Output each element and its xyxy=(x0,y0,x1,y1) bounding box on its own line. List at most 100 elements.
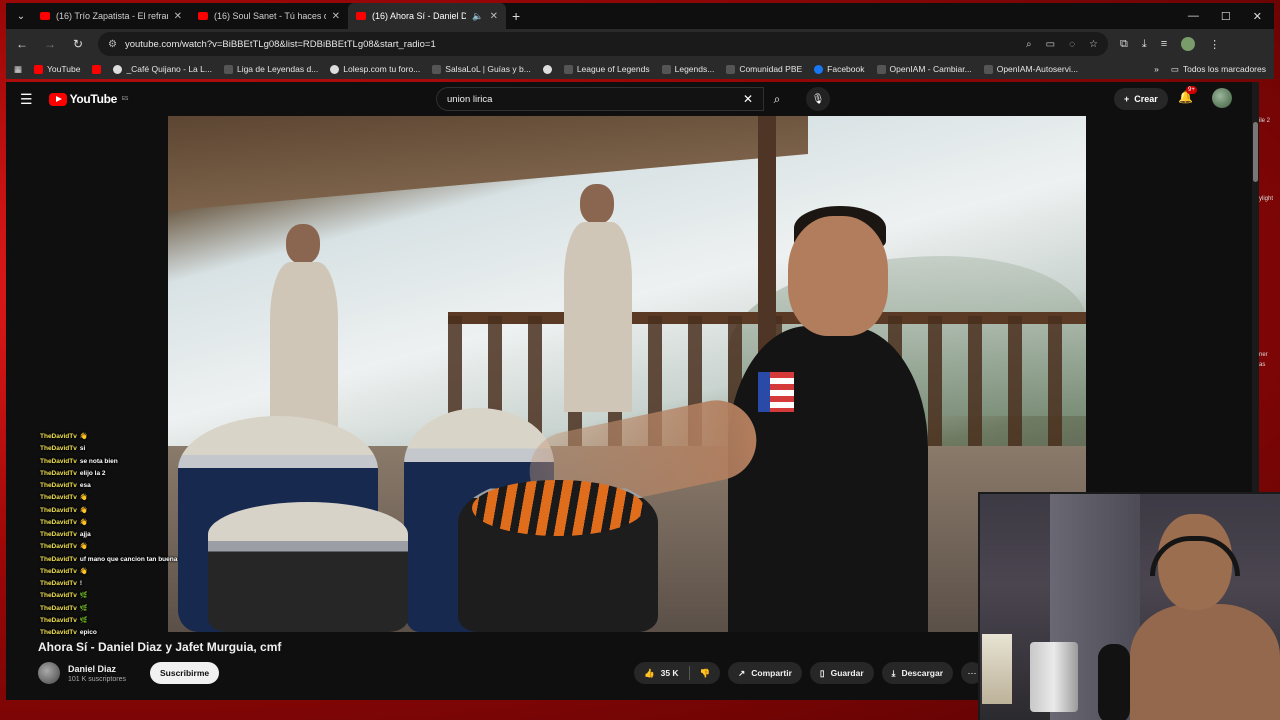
channel-name[interactable]: Daniel Diaz xyxy=(68,664,126,674)
minimize-icon[interactable]: — xyxy=(1188,10,1199,23)
channel-avatar[interactable] xyxy=(38,662,60,684)
search-input[interactable]: union lirica ✕ xyxy=(436,87,764,111)
subscribe-button[interactable]: Suscribirme xyxy=(149,662,220,684)
microphone-icon: 🎙 xyxy=(811,93,825,105)
apps-icon[interactable]: ▦ xyxy=(14,64,22,75)
chat-message: TheDavidTv 🌿 xyxy=(40,604,88,612)
bookmark-label: Todos los marcadores xyxy=(1182,64,1266,74)
webcam-streamer xyxy=(1130,514,1280,720)
browser-toolbar: ← → ↻ ⚙ youtube.com/watch?v=BiBBEtTLg08&… xyxy=(6,29,1274,59)
tab-search-icon[interactable]: ⌄ xyxy=(10,5,32,27)
create-label: Crear xyxy=(1134,94,1158,104)
tab-ahora-si[interactable]: (16) Ahora Sí - Daniel Díaz y 🔈 ✕ xyxy=(348,3,506,29)
zoom-icon[interactable]: ⌕ xyxy=(1026,39,1032,50)
cast-icon[interactable]: ▭ xyxy=(1046,39,1055,50)
download-label: Descargar xyxy=(901,668,944,678)
menu-icon[interactable]: ⋮ xyxy=(1209,38,1220,51)
search-value: union lirica xyxy=(447,93,493,105)
salsa-icon xyxy=(432,64,442,74)
bookmark-lolesp[interactable]: Lolesp.com tu foro... xyxy=(330,64,420,74)
bookmark-salsalol[interactable]: SalsaLoL | Guías y b... xyxy=(432,64,531,74)
close-tab-icon[interactable]: ✕ xyxy=(490,11,498,22)
close-window-icon[interactable]: ✕ xyxy=(1253,10,1262,23)
notifications-bell-icon[interactable]: 🔔 9+ xyxy=(1178,86,1197,104)
video-bongo xyxy=(458,476,658,632)
youtube-logo[interactable]: YouTube ES xyxy=(48,92,128,106)
download-icon[interactable]: ⤓ xyxy=(1142,38,1147,51)
bookmark-youtube-2[interactable] xyxy=(92,64,102,74)
tab-title: (16) Ahora Sí - Daniel Díaz y xyxy=(372,11,467,21)
chat-message: TheDavidTv 👋 xyxy=(40,506,88,514)
clear-search-icon[interactable]: ✕ xyxy=(743,92,753,106)
extensions-icon[interactable]: ⧉ xyxy=(1120,38,1128,51)
site-info-icon[interactable]: ⚙ xyxy=(108,39,117,50)
hamburger-menu-icon[interactable]: ☰ xyxy=(20,91,33,108)
bookmark-icon: ▯ xyxy=(819,667,825,678)
search-button[interactable]: ⌕ xyxy=(764,87,790,111)
close-tab-icon[interactable]: ✕ xyxy=(174,11,182,22)
webcam-can xyxy=(982,634,1012,704)
bookmark-comunidad-pbe[interactable]: Comunidad PBE xyxy=(726,64,802,74)
new-tab-icon[interactable]: + xyxy=(512,8,520,24)
youtube-play-icon xyxy=(48,92,67,106)
side-label: ner xyxy=(1259,352,1268,358)
folder-icon: ▭ xyxy=(1170,63,1179,74)
more-bookmarks-icon[interactable]: » xyxy=(1154,64,1159,74)
like-button[interactable]: 👍 35 K xyxy=(644,668,689,679)
scrollbar-thumb[interactable] xyxy=(1253,122,1258,182)
share-button[interactable]: ↗ Compartir xyxy=(728,662,802,684)
tab-trio-zapatista[interactable]: (16) Trío Zapatista - El refranero ✕ xyxy=(32,3,190,29)
bookmark-label: Legends... xyxy=(674,64,715,74)
account-avatar[interactable] xyxy=(1212,88,1232,108)
chat-message: TheDavidTv esa xyxy=(40,482,91,489)
speaker-icon[interactable]: 🔈 xyxy=(472,11,483,22)
bookmark-openiam-cambiar[interactable]: OpenIAM - Cambiar... xyxy=(876,64,972,74)
bookmark-liga-leyendas[interactable]: Liga de Leyendas d... xyxy=(223,64,319,74)
tab-title: (16) Trío Zapatista - El refranero xyxy=(56,11,168,21)
bookmark-label: Comunidad PBE xyxy=(739,64,803,74)
bookmark-youtube[interactable]: YouTube xyxy=(34,64,80,74)
close-tab-icon[interactable]: ✕ xyxy=(332,11,340,22)
bookmark-globe[interactable] xyxy=(542,64,552,74)
youtube-favicon-icon xyxy=(40,12,50,20)
eye-off-icon[interactable]: ◌ xyxy=(1069,39,1075,50)
video-actions: 👍 35 K 👎 ↗ Compartir ▯ Guardar ⤓ Descargar ⋯ xyxy=(634,662,984,684)
save-button[interactable]: ▯ Guardar xyxy=(809,662,874,684)
back-icon[interactable]: ← xyxy=(14,37,30,51)
download-button[interactable]: ⤓ Descargar xyxy=(881,662,954,684)
chat-message: TheDavidTv elijo la 2 xyxy=(40,469,106,477)
video-title: Ahora Sí - Daniel Diaz y Jafet Murguia, … xyxy=(38,640,282,654)
side-label: ile 2 xyxy=(1259,118,1271,124)
save-label: Guardar xyxy=(830,668,864,678)
bookmark-facebook[interactable]: Facebook xyxy=(814,64,865,74)
address-bar[interactable]: ⚙ youtube.com/watch?v=BiBBEtTLg08&list=R… xyxy=(98,32,1108,56)
all-bookmarks-folder[interactable]: ▭ Todos los marcadores xyxy=(1171,64,1266,75)
bookmark-label: Liga de Leyendas d... xyxy=(236,64,319,74)
bookmark-label: OpenIAM-Autoservi... xyxy=(996,64,1078,74)
bookmark-label: YouTube xyxy=(47,64,81,74)
pbe-icon xyxy=(726,64,736,74)
video-player[interactable] xyxy=(168,116,1086,632)
plus-icon: + xyxy=(1124,94,1130,104)
bookmark-legends[interactable]: Legends... xyxy=(661,64,715,74)
bookmark-label: League of Legends xyxy=(576,64,650,74)
media-control-icon[interactable]: ≡ xyxy=(1161,38,1167,50)
voice-search-button[interactable]: 🎙 xyxy=(806,87,830,111)
bookmark-league-of-legends[interactable]: League of Legends xyxy=(563,64,650,74)
chat-message: TheDavidTv si xyxy=(40,445,86,453)
maximize-icon[interactable]: ☐ xyxy=(1221,10,1231,23)
video-musician-center xyxy=(558,184,638,414)
profile-avatar[interactable] xyxy=(1181,37,1196,51)
create-button[interactable]: + Crear xyxy=(1114,88,1168,110)
forward-icon[interactable]: → xyxy=(42,37,58,51)
tab-soul-sanet[interactable]: (16) Soul Sanet - Tú haces que ✕ xyxy=(190,3,348,29)
bookmark-cafe-quijano[interactable]: _Café Quijano - La L... xyxy=(113,64,212,74)
channel-row: Daniel Diaz 101 K suscriptores Suscribir… xyxy=(38,662,220,684)
facebook-icon xyxy=(814,64,824,74)
chat-message: TheDavidTv 👋 xyxy=(40,433,88,440)
like-dislike-group: 👍 35 K 👎 xyxy=(634,662,721,684)
reload-icon[interactable]: ↻ xyxy=(70,37,86,51)
bookmark-star-icon[interactable]: ☆ xyxy=(1089,39,1098,50)
bookmark-openiam-autoservi[interactable]: OpenIAM-Autoservi... xyxy=(983,64,1078,74)
dislike-button[interactable]: 👎 xyxy=(690,668,721,679)
